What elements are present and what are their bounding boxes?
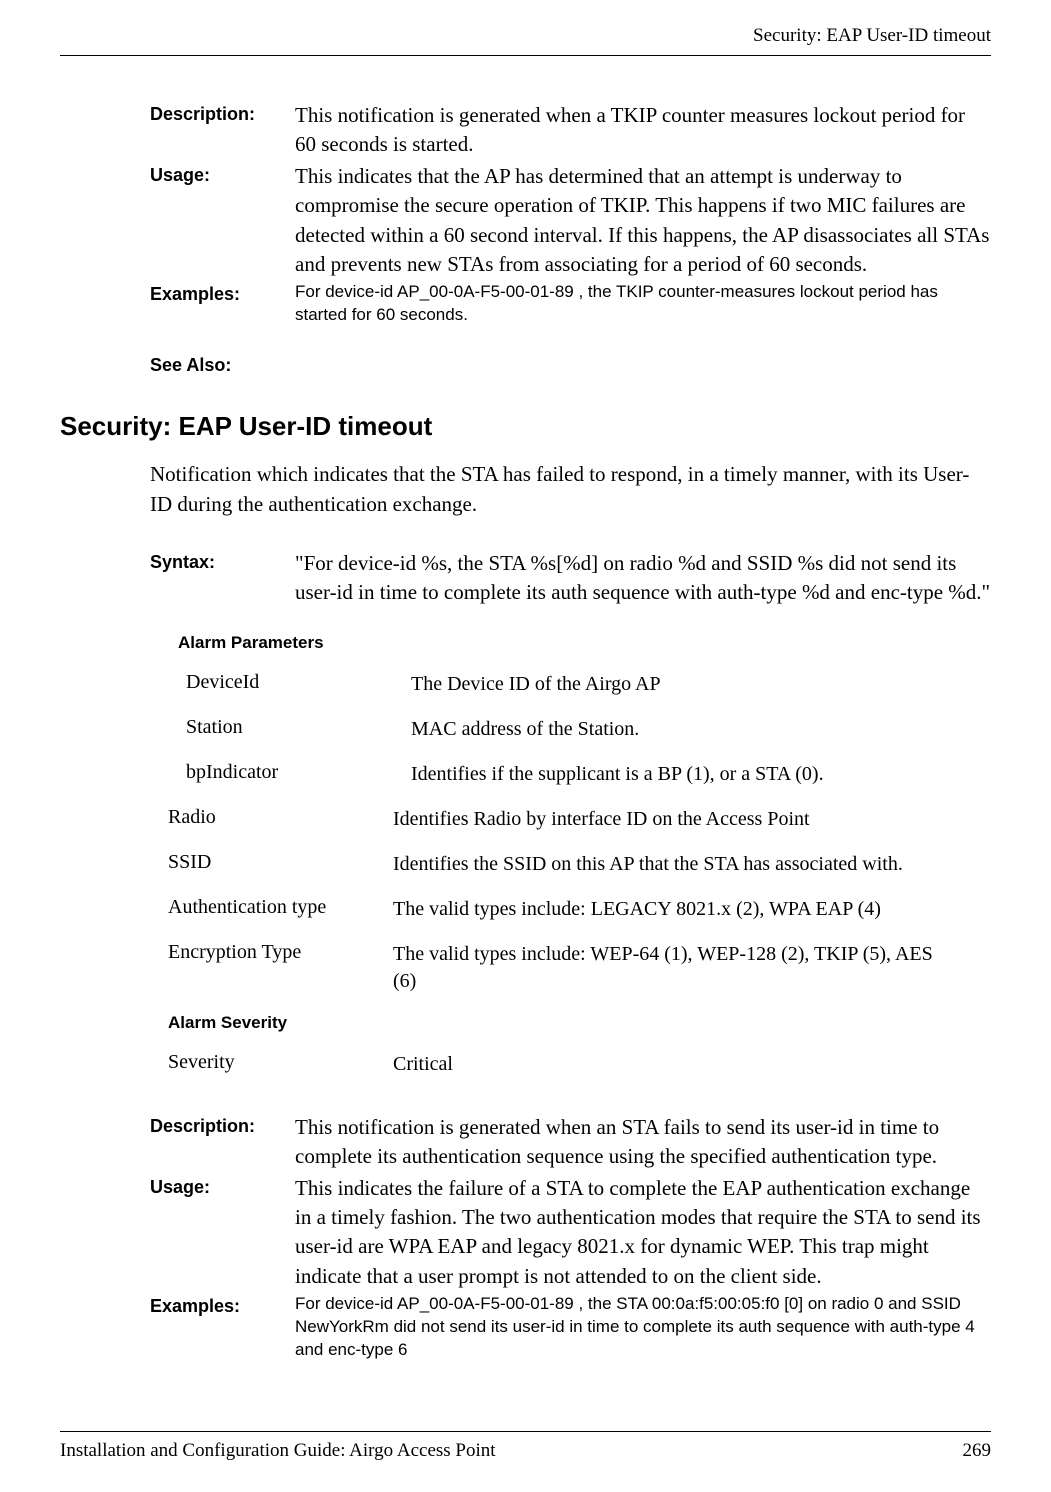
- alarm-severity-heading: Alarm Severity: [168, 1013, 991, 1033]
- param-desc: MAC address of the Station.: [411, 716, 991, 743]
- examples-text: For device-id AP_00-0A-F5-00-01-89 , the…: [295, 1293, 991, 1362]
- param-desc: The valid types include: LEGACY 8021.x (…: [393, 896, 991, 923]
- description-row: Description: This notification is genera…: [150, 1113, 991, 1172]
- param-row: Encryption Type The valid types include:…: [168, 941, 991, 995]
- param-name: Station: [186, 716, 411, 743]
- alarm-parameters-block: Alarm Parameters DeviceId The Device ID …: [178, 633, 991, 1078]
- syntax-label: Syntax:: [150, 549, 295, 608]
- param-name: bpIndicator: [186, 761, 411, 788]
- syntax-text: "For device-id %s, the STA %s[%d] on rad…: [295, 549, 991, 608]
- page-number: 269: [963, 1440, 992, 1462]
- usage-row: Usage: This indicates the failure of a S…: [150, 1174, 991, 1292]
- examples-label: Examples:: [150, 1293, 295, 1362]
- syntax-block: Syntax: "For device-id %s, the STA %s[%d…: [150, 549, 991, 608]
- syntax-row: Syntax: "For device-id %s, the STA %s[%d…: [150, 549, 991, 608]
- param-name: Encryption Type: [168, 941, 393, 995]
- severity-row: Severity Critical: [168, 1051, 991, 1078]
- usage-row: Usage: This indicates that the AP has de…: [150, 162, 991, 280]
- severity-value: Critical: [393, 1051, 991, 1078]
- param-desc: Identifies if the supplicant is a BP (1)…: [411, 761, 991, 788]
- param-desc: The valid types include: WEP-64 (1), WEP…: [393, 941, 991, 995]
- examples-row: Examples: For device-id AP_00-0A-F5-00-0…: [150, 1293, 991, 1362]
- usage-label: Usage:: [150, 1174, 295, 1292]
- see-also-label: See Also:: [150, 355, 991, 376]
- alarm-parameters-heading: Alarm Parameters: [178, 633, 991, 653]
- footer-left: Installation and Configuration Guide: Ai…: [60, 1440, 496, 1462]
- param-name: SSID: [168, 851, 393, 878]
- examples-text: For device-id AP_00-0A-F5-00-01-89 , the…: [295, 281, 991, 327]
- severity-name: Severity: [168, 1051, 393, 1078]
- param-desc: The Device ID of the Airgo AP: [411, 671, 991, 698]
- description-text: This notification is generated when a TK…: [295, 101, 991, 160]
- section-intro: Notification which indicates that the ST…: [150, 460, 991, 519]
- running-header: Security: EAP User-ID timeout: [60, 25, 991, 56]
- param-row: DeviceId The Device ID of the Airgo AP: [178, 671, 991, 698]
- param-name: DeviceId: [186, 671, 411, 698]
- param-row: Station MAC address of the Station.: [178, 716, 991, 743]
- section-heading: Security: EAP User-ID timeout: [60, 411, 991, 442]
- param-name: Authentication type: [168, 896, 393, 923]
- definition-block-1: Description: This notification is genera…: [150, 101, 991, 327]
- param-row: bpIndicator Identifies if the supplicant…: [178, 761, 991, 788]
- description-text: This notification is generated when an S…: [295, 1113, 991, 1172]
- description-label: Description:: [150, 1113, 295, 1172]
- usage-label: Usage:: [150, 162, 295, 280]
- param-row: SSID Identifies the SSID on this AP that…: [168, 851, 991, 878]
- examples-row: Examples: For device-id AP_00-0A-F5-00-0…: [150, 281, 991, 327]
- page-footer: Installation and Configuration Guide: Ai…: [60, 1431, 991, 1462]
- description-row: Description: This notification is genera…: [150, 101, 991, 160]
- param-row: Authentication type The valid types incl…: [168, 896, 991, 923]
- param-row: Radio Identifies Radio by interface ID o…: [168, 806, 991, 833]
- param-name: Radio: [168, 806, 393, 833]
- usage-text: This indicates the failure of a STA to c…: [295, 1174, 991, 1292]
- definition-block-2: Description: This notification is genera…: [150, 1113, 991, 1362]
- description-label: Description:: [150, 101, 295, 160]
- examples-label: Examples:: [150, 281, 295, 327]
- usage-text: This indicates that the AP has determine…: [295, 162, 991, 280]
- param-desc: Identifies Radio by interface ID on the …: [393, 806, 991, 833]
- param-desc: Identifies the SSID on this AP that the …: [393, 851, 991, 878]
